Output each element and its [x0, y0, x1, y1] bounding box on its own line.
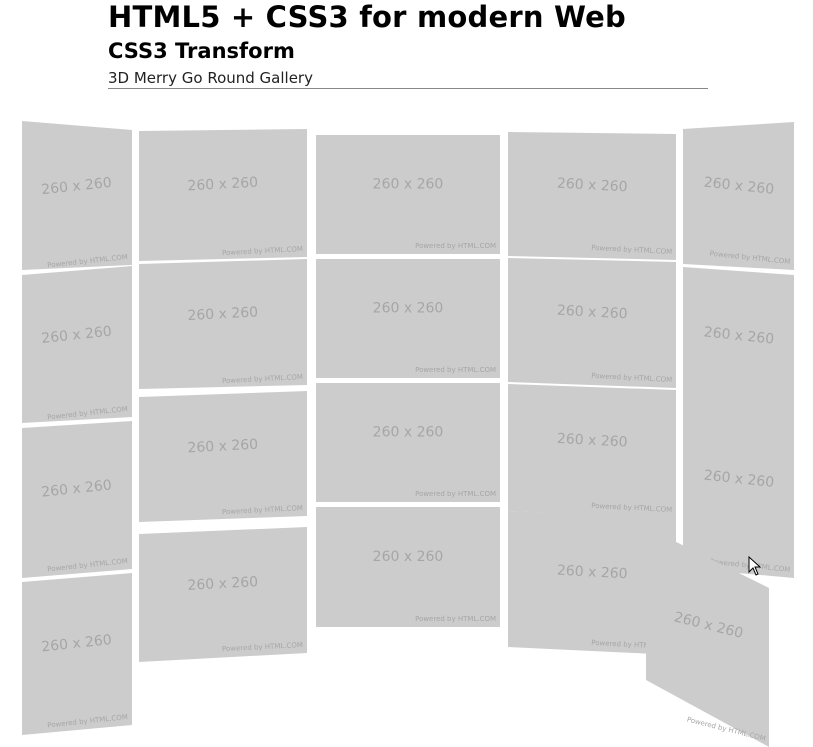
- tile-size-label: 260 x 260: [373, 425, 444, 441]
- tile-background: [316, 135, 500, 254]
- gallery-tile: 260 x 260Powered by HTML.COM: [22, 573, 132, 735]
- tile-background: [139, 391, 307, 522]
- tile-background: [316, 259, 500, 378]
- tile-background: [316, 383, 500, 502]
- tile-background: [22, 421, 132, 578]
- tile-background: [508, 132, 676, 260]
- gallery-tile: 260 x 260Powered by HTML.COM: [22, 266, 132, 423]
- tile-footer-label: Powered by HTML.COM: [415, 242, 496, 250]
- tile-footer-label: Powered by HTML.COM: [415, 615, 496, 623]
- tile-background: [508, 258, 676, 388]
- gallery-tile: 260 x 260Powered by HTML.COM: [508, 132, 676, 260]
- gallery-tile: 260 x 260 Powered by HTML.COM: [316, 259, 500, 378]
- gallery-tile: 260 x 260 Powered by HTML.COM: [316, 507, 500, 627]
- gallery-tile: 260 x 260Powered by HTML.COM: [139, 527, 307, 662]
- tile-background: [683, 122, 794, 270]
- gallery-tile: 260 x 260Powered by HTML.COM: [139, 129, 307, 261]
- gallery-tile: 260 x 260Powered by HTML.COM: [139, 259, 307, 389]
- gallery-tile: 260 x 260Powered by HTML.COM: [22, 421, 132, 578]
- tile-background: [22, 573, 132, 735]
- tile-footer-label: Powered by HTML.COM: [415, 490, 496, 498]
- gallery-tile: 260 x 260Powered by HTML.COM: [22, 121, 132, 270]
- merry-go-round-gallery: 260 x 260 Powered by HTML.COM 260 x 260 Pow…: [22, 121, 794, 747]
- gallery-tile: 260 x 260Powered by HTML.COM: [683, 267, 794, 425]
- tile-background: [22, 266, 132, 423]
- tile-background: [316, 507, 500, 627]
- arrow-cursor-icon: [748, 556, 762, 576]
- tile-background: [683, 401, 794, 578]
- gallery-tile: 260 x 260 Powered by HTML.COM: [316, 383, 500, 502]
- gallery-tile: 260 x 260Powered by HTML.COM: [683, 122, 794, 270]
- tile-background: [139, 129, 307, 261]
- tile-background: [508, 384, 676, 518]
- tile-size-label: 260 x 260: [373, 177, 444, 193]
- tile-background: [139, 259, 307, 389]
- gallery-tile: 260 x 260Powered by HTML.COM: [683, 401, 794, 578]
- gallery-tile: 260 x 260 Powered by HTML.COM: [316, 135, 500, 254]
- gallery-tile: 260 x 260Powered by HTML.COM: [508, 384, 676, 518]
- gallery-tile: 260 x 260Powered by HTML.COM: [508, 258, 676, 388]
- tile-background: [683, 267, 794, 425]
- tile-size-label: 260 x 260: [373, 301, 444, 317]
- tile-background: [22, 121, 132, 270]
- tile-size-label: 260 x 260: [373, 549, 444, 565]
- tile-footer-label: Powered by HTML.COM: [415, 366, 496, 374]
- gallery-tile: 260 x 260Powered by HTML.COM: [139, 391, 307, 522]
